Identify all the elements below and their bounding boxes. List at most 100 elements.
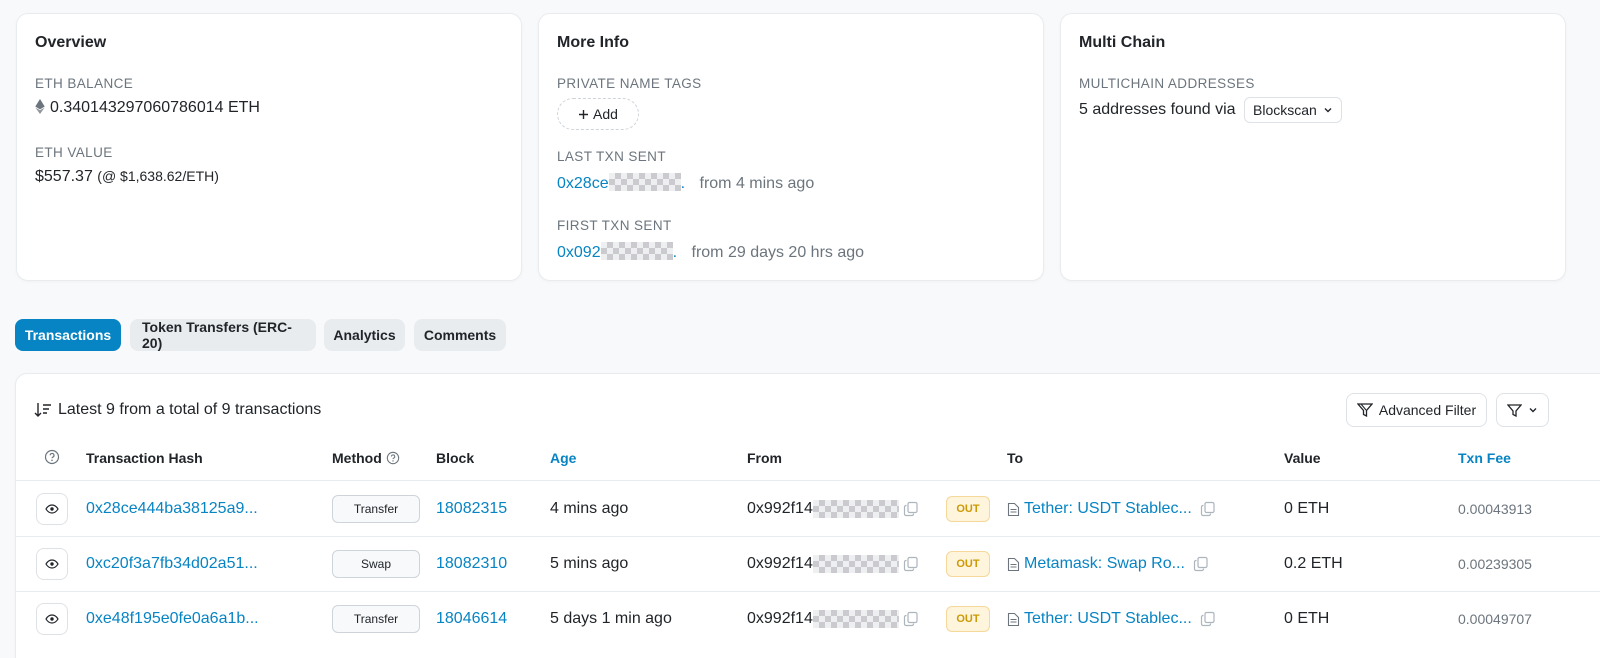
copy-icon[interactable]	[903, 501, 919, 517]
view-details-button[interactable]	[36, 493, 68, 525]
table-row: 0xe48f195e0fe0a6a1b... Transfer 18046614…	[16, 591, 1600, 647]
add-tag-label: Add	[593, 106, 618, 122]
table-row: 0x28ce444ba38125a9... Transfer 18082315 …	[16, 481, 1600, 537]
help-icon[interactable]	[44, 449, 60, 465]
more-info-card: More Info PRIVATE NAME TAGS Add LAST TXN…	[538, 13, 1044, 281]
txn-fee-text: 0.00043913	[1458, 501, 1532, 517]
first-txn-age: from 29 days 20 hrs ago	[691, 244, 865, 261]
block-link[interactable]: 18046614	[436, 591, 507, 647]
ethereum-icon	[35, 99, 45, 114]
header-txn-fee[interactable]: Txn Fee	[1458, 450, 1511, 466]
table-row: 0xc20f3a7fb34d02a51... Swap 18082310 5 m…	[16, 536, 1600, 592]
header-block: Block	[436, 450, 475, 466]
header-transaction-hash: Transaction Hash	[86, 450, 203, 466]
transaction-hash-link[interactable]: 0xc20f3a7fb34d02a51...	[86, 536, 258, 592]
value-text: 0 ETH	[1284, 610, 1330, 627]
age-text: 5 days 1 min ago	[550, 610, 672, 627]
from-address[interactable]: 0x992f14	[747, 555, 813, 573]
advanced-filter-label: Advanced Filter	[1378, 402, 1477, 418]
multichain-addresses: 5 addresses found via Blockscan	[1079, 97, 1342, 123]
add-tag-button[interactable]: Add	[557, 98, 639, 130]
last-txn-sent: 0x28ce. from 4 mins ago	[557, 173, 814, 193]
first-txn-sent-label: FIRST TXN SENT	[557, 218, 672, 233]
chevron-down-icon	[1529, 408, 1537, 413]
first-txn-ellipsis: .	[672, 244, 678, 261]
multichain-card: Multi Chain MULTICHAIN ADDRESSES 5 addre…	[1060, 13, 1566, 281]
multichain-addresses-label: MULTICHAIN ADDRESSES	[1079, 76, 1255, 91]
multichain-text: 5 addresses found via	[1079, 101, 1236, 118]
copy-icon[interactable]	[903, 556, 919, 572]
tab-transactions[interactable]: Transactions	[15, 319, 121, 351]
contract-icon	[1007, 502, 1020, 516]
header-age[interactable]: Age	[550, 450, 576, 466]
value-text: 0.2 ETH	[1284, 555, 1343, 572]
to-address-link[interactable]: Metamask: Swap Ro...	[1024, 555, 1185, 573]
eth-balance-label: ETH BALANCE	[35, 76, 134, 91]
to-address-link[interactable]: Tether: USDT Stablec...	[1024, 500, 1192, 518]
copy-icon[interactable]	[903, 611, 919, 627]
header-to: To	[1007, 450, 1024, 466]
filter-dropdown-button[interactable]	[1496, 393, 1549, 427]
age-text: 5 mins ago	[550, 555, 629, 572]
block-link[interactable]: 18082310	[436, 536, 507, 592]
direction-badge: OUT	[946, 496, 990, 522]
eth-balance: 0.340143297060786014 ETH	[35, 99, 260, 117]
chevron-down-icon	[1324, 108, 1332, 113]
view-details-button[interactable]	[36, 548, 68, 580]
redacted-block	[608, 173, 681, 191]
from-address[interactable]: 0x992f14	[747, 610, 813, 628]
tab-analytics[interactable]: Analytics	[324, 319, 405, 351]
contract-icon	[1007, 557, 1020, 571]
redacted-block	[812, 555, 899, 573]
first-txn-hash-link[interactable]: 0x092	[557, 244, 601, 261]
overview-title: Overview	[35, 34, 107, 51]
block-link[interactable]: 18082315	[436, 481, 507, 537]
transaction-hash-link[interactable]: 0x28ce444ba38125a9...	[86, 481, 258, 537]
eth-rate: (@ $1,638.62/ETH)	[97, 168, 219, 184]
txn-fee-text: 0.00239305	[1458, 556, 1532, 572]
first-txn-sent: 0x092. from 29 days 20 hrs ago	[557, 242, 864, 262]
to-address-link[interactable]: Tether: USDT Stablec...	[1024, 610, 1192, 628]
blockscan-dropdown[interactable]: Blockscan	[1244, 97, 1342, 123]
tab-comments[interactable]: Comments	[414, 319, 506, 351]
copy-icon[interactable]	[1193, 556, 1209, 572]
summary-text: Latest 9 from a total of 9 transactions	[58, 401, 322, 418]
eye-icon	[45, 504, 59, 514]
contract-icon	[1007, 612, 1020, 626]
redacted-block	[812, 610, 899, 628]
value-text: 0 ETH	[1284, 500, 1330, 517]
help-icon[interactable]	[386, 451, 400, 465]
eth-value-label: ETH VALUE	[35, 145, 113, 160]
multichain-title: Multi Chain	[1079, 34, 1166, 51]
age-text: 4 mins ago	[550, 500, 629, 517]
redacted-block	[600, 242, 673, 260]
method-badge: Transfer	[332, 495, 420, 523]
view-details-button[interactable]	[36, 603, 68, 635]
eth-value-amount: $557.37	[35, 168, 93, 185]
transaction-hash-link[interactable]: 0xe48f195e0fe0a6a1b...	[86, 591, 259, 647]
eth-value: $557.37 (@ $1,638.62/ETH)	[35, 168, 219, 186]
last-txn-hash-link[interactable]: 0x28ce	[557, 175, 609, 192]
header-method-label: Method	[332, 450, 382, 466]
copy-icon[interactable]	[1200, 501, 1216, 517]
plus-icon	[579, 109, 589, 119]
method-badge: Swap	[332, 550, 420, 578]
transactions-summary: Latest 9 from a total of 9 transactions	[34, 401, 321, 419]
from-address[interactable]: 0x992f14	[747, 500, 813, 518]
header-method: Method	[332, 450, 400, 466]
sort-descending-icon	[34, 403, 51, 417]
eth-balance-value: 0.340143297060786014 ETH	[50, 99, 260, 116]
transactions-card: Latest 9 from a total of 9 transactions …	[15, 373, 1600, 658]
advanced-filter-button[interactable]: Advanced Filter	[1346, 393, 1487, 427]
eye-icon	[45, 614, 59, 624]
direction-badge: OUT	[946, 551, 990, 577]
header-value: Value	[1284, 450, 1321, 466]
copy-icon[interactable]	[1200, 611, 1216, 627]
last-txn-ellipsis: .	[680, 175, 686, 192]
last-txn-sent-label: LAST TXN SENT	[557, 149, 666, 164]
tab-token-transfers[interactable]: Token Transfers (ERC-20)	[130, 319, 316, 351]
filter-icon	[1507, 403, 1522, 417]
last-txn-age: from 4 mins ago	[699, 175, 815, 192]
private-name-tags-label: PRIVATE NAME TAGS	[557, 76, 702, 91]
overview-card: Overview ETH BALANCE 0.34014329706078601…	[16, 13, 522, 281]
